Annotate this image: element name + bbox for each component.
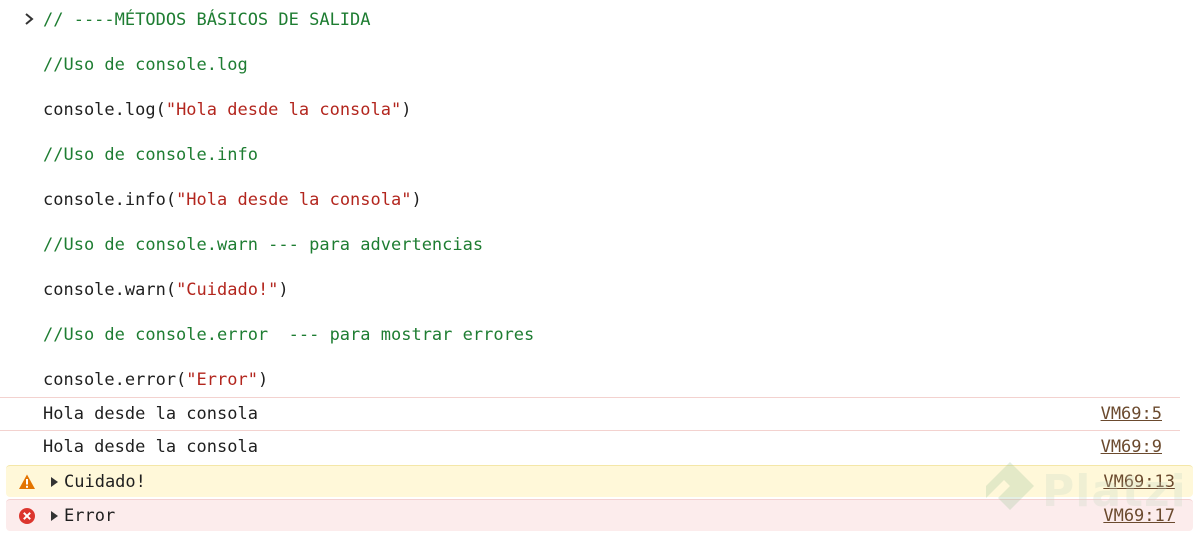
string-literal: "Hola desde la consola" [176, 190, 412, 210]
code-statement-line: console.log("Hola desde la consola") [43, 100, 411, 120]
chevron-right-icon[interactable] [22, 11, 36, 27]
string-literal: "Error" [186, 370, 258, 390]
watermark-text: Platzi [1042, 466, 1187, 517]
code-text: console.log( [43, 100, 166, 120]
code-comment-line: // ----MÉTODOS BÁSICOS DE SALIDA [43, 10, 371, 30]
code-text: ) [411, 190, 422, 210]
code-comment-line: //Uso de console.warn --- para advertenc… [43, 235, 483, 255]
comment-text: //Uso de console.error --- para mostrar … [43, 325, 535, 345]
code-statement-line: console.warn("Cuidado!") [43, 280, 289, 300]
code-text: console.info( [43, 190, 177, 210]
string-literal: "Cuidado!" [176, 280, 279, 300]
comment-text: //Uso de console.warn --- para advertenc… [43, 235, 484, 255]
error-icon [19, 508, 35, 524]
code-statement-line: console.error("Error") [43, 370, 268, 390]
log-message-text: Hola desde la consola [43, 404, 258, 424]
expand-triangle-icon[interactable] [50, 510, 59, 522]
source-link[interactable]: VM69:9 [1101, 437, 1162, 457]
code-text: ) [257, 370, 269, 390]
source-link[interactable]: VM69:5 [1101, 404, 1162, 424]
platzi-logo-icon [986, 462, 1034, 510]
code-text: console.warn( [43, 280, 177, 300]
comment-text: // ----MÉTODOS BÁSICOS DE SALIDA [43, 10, 371, 30]
warning-icon [19, 474, 35, 489]
code-text: ) [278, 280, 289, 300]
code-text: console.error( [43, 370, 187, 390]
code-statement-line: console.info("Hola desde la consola") [43, 190, 422, 210]
code-comment-line: //Uso de console.log [43, 55, 248, 75]
info-message-text: Hola desde la consola [43, 437, 258, 457]
code-comment-line: //Uso de console.info [43, 145, 258, 165]
code-comment-line: //Uso de console.error --- para mostrar … [43, 325, 534, 345]
console-input-block[interactable]: // ----MÉTODOS BÁSICOS DE SALIDA //Uso de… [0, 0, 1193, 397]
string-literal: "Hola desde la consola" [165, 100, 402, 120]
log-message-row: Hola desde la consola VM69:5 [0, 397, 1180, 429]
warning-message-text: Cuidado! [64, 472, 146, 492]
comment-text: //Uso de console.info [43, 145, 258, 165]
platzi-watermark: Platzi [982, 458, 1192, 528]
comment-text: //Uso de console.log [43, 55, 248, 75]
expand-triangle-icon[interactable] [50, 476, 59, 488]
error-message-text: Error [64, 506, 116, 526]
code-text: ) [401, 100, 412, 120]
